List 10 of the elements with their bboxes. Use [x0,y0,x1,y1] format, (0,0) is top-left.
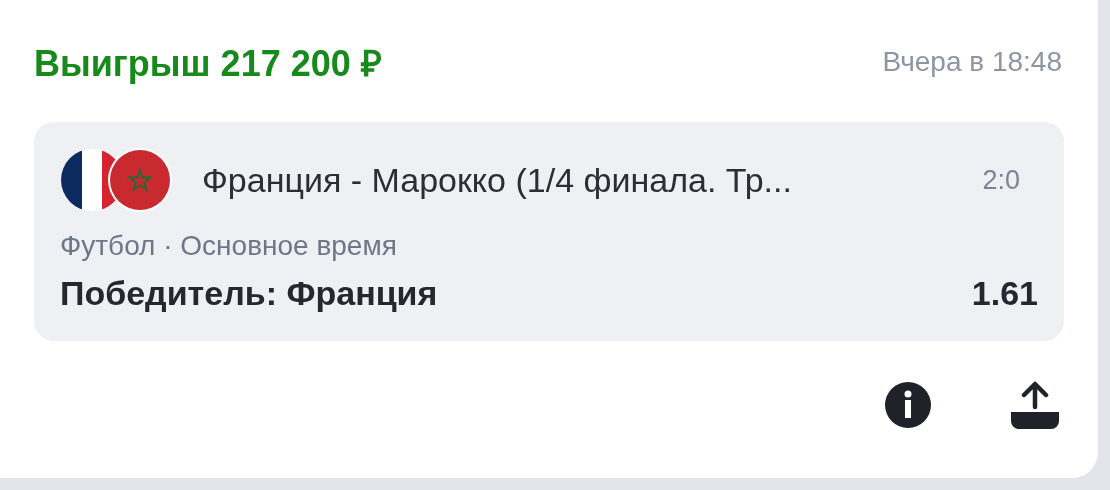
bet-odds: 1.61 [971,274,1038,313]
bet-outcome: Победитель: Франция [60,274,438,313]
bet-time: Вчера в 18:48 [882,46,1062,78]
flags-icon [60,148,172,212]
match-score: 2:0 [982,164,1020,196]
win-amount: Выигрыш 217 200 ₽ [34,41,382,86]
match-details: Футбол · Основное время [60,230,398,262]
share-icon[interactable] [1010,381,1060,429]
match-title: Франция - Марокко (1/4 финала. Тр... [202,160,793,200]
info-icon[interactable] [884,381,932,429]
